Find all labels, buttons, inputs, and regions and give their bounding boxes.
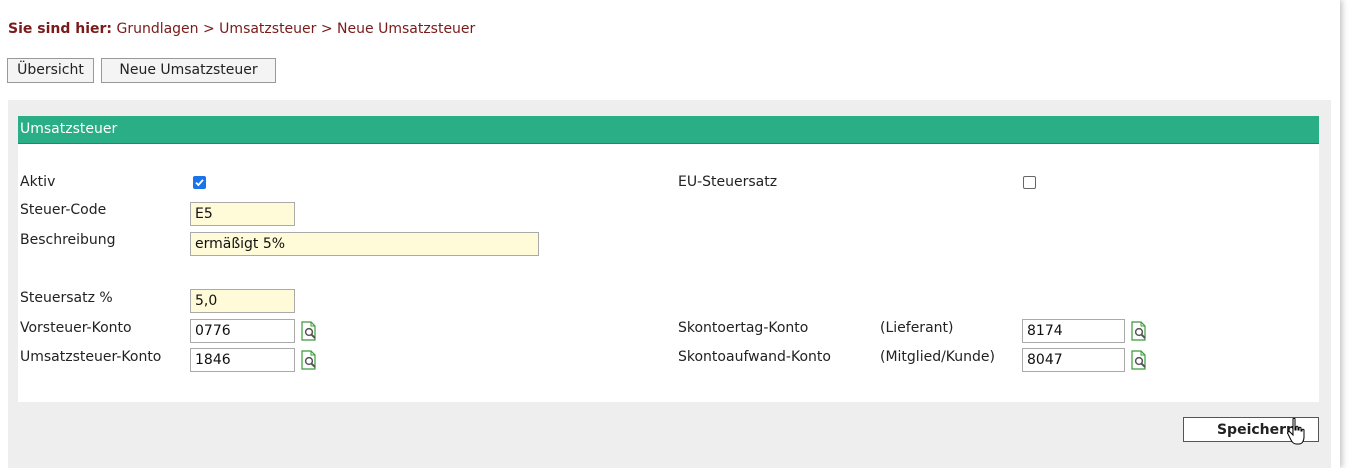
tax-rate-field[interactable]: 5,0 xyxy=(190,289,295,313)
sales-tax-account-field[interactable]: 1846 xyxy=(190,348,295,372)
breadcrumb: Sie sind hier: Grundlagen > Umsatzsteuer… xyxy=(8,21,475,37)
discount-income-account-sublabel: (Lieferant) xyxy=(880,320,954,336)
document-search-icon[interactable] xyxy=(1130,321,1148,341)
eu-rate-label: EU-Steuersatz xyxy=(678,174,778,190)
document-search-icon[interactable] xyxy=(300,350,318,370)
document-search-icon[interactable] xyxy=(1130,350,1148,370)
description-field[interactable]: ermäßigt 5% xyxy=(190,232,539,256)
section-header: Umsatzsteuer xyxy=(18,116,1319,144)
discount-expense-account-label: Skontoaufwand-Konto xyxy=(678,349,831,365)
tax-code-label: Steuer-Code xyxy=(20,202,107,218)
new-tax-button[interactable]: Neue Umsatzsteuer xyxy=(101,58,276,83)
discount-income-account-field[interactable]: 8174 xyxy=(1022,319,1125,343)
aktiv-label: Aktiv xyxy=(20,174,56,190)
discount-expense-account-field[interactable]: 8047 xyxy=(1022,348,1125,372)
overview-button[interactable]: Übersicht xyxy=(7,58,94,83)
aktiv-checkbox[interactable] xyxy=(193,176,206,189)
sales-tax-account-label: Umsatzsteuer-Konto xyxy=(20,349,162,365)
eu-rate-checkbox[interactable] xyxy=(1023,176,1036,189)
discount-expense-account-sublabel: (Mitglied/Kunde) xyxy=(880,349,995,365)
description-label: Beschreibung xyxy=(20,232,116,248)
page-frame: Sie sind hier: Grundlagen > Umsatzsteuer… xyxy=(0,0,1340,468)
mouse-pointer-icon xyxy=(1287,418,1305,445)
tax-code-field[interactable]: E5 xyxy=(190,202,295,226)
input-tax-account-label: Vorsteuer-Konto xyxy=(20,320,132,336)
content-panel: Umsatzsteuer Aktiv EU-Steuersatz Steuer-… xyxy=(8,100,1331,468)
input-tax-account-field[interactable]: 0776 xyxy=(190,319,295,343)
tax-form: Umsatzsteuer Aktiv EU-Steuersatz Steuer-… xyxy=(18,116,1319,402)
discount-income-account-label: Skontoertag-Konto xyxy=(678,320,809,336)
breadcrumb-path[interactable]: Grundlagen > Umsatzsteuer > Neue Umsatzs… xyxy=(116,21,475,37)
document-search-icon[interactable] xyxy=(300,321,318,341)
tax-rate-label: Steuersatz % xyxy=(20,290,113,306)
breadcrumb-lead: Sie sind hier: xyxy=(8,21,113,37)
